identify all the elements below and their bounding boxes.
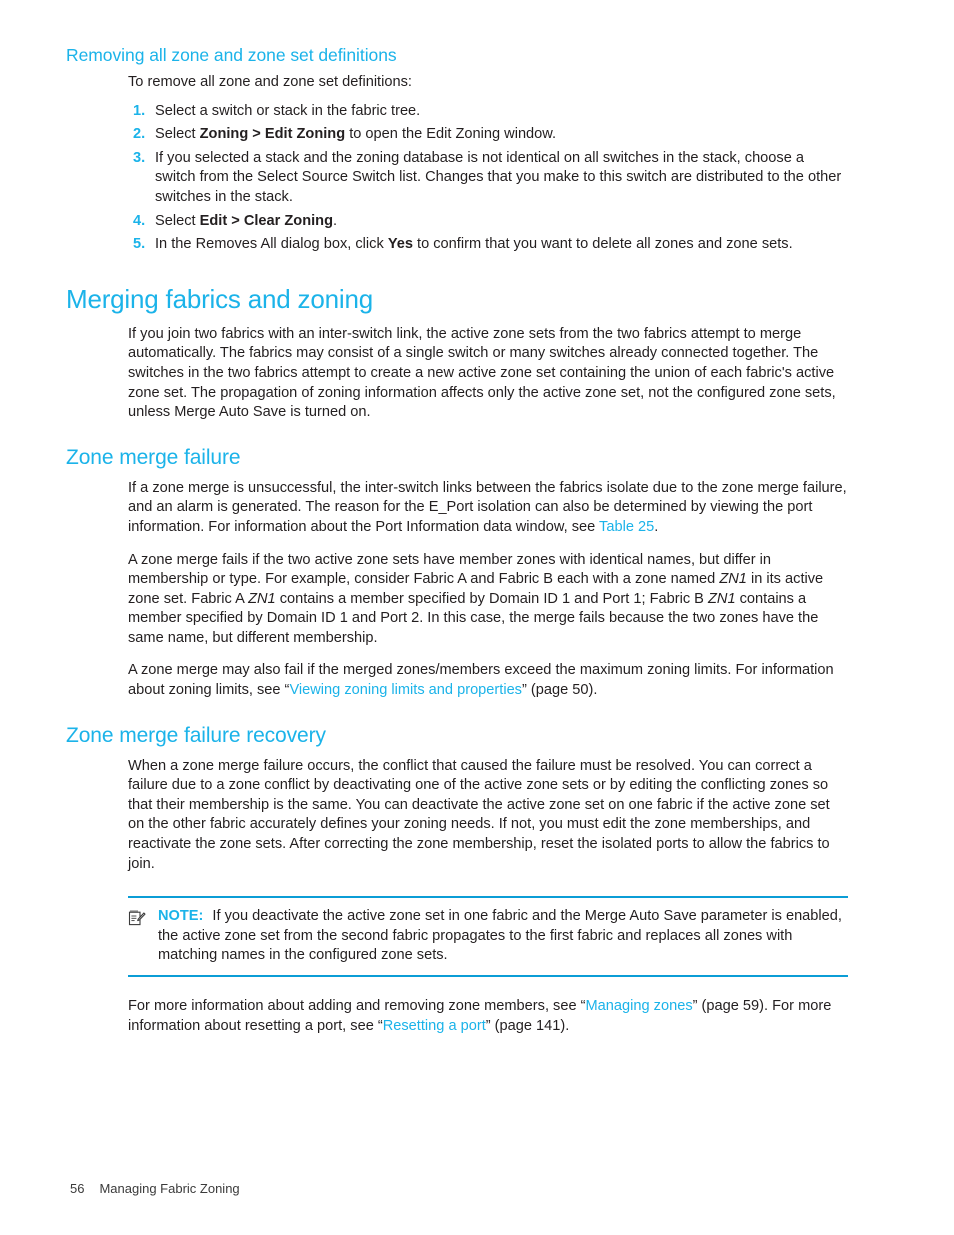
list-item: 3. If you selected a stack and the zoning… bbox=[128, 149, 848, 208]
document-page: Removing all zone and zone set definitio… bbox=[0, 0, 954, 1235]
step-text: In the Removes All dialog box, click bbox=[155, 236, 388, 253]
list-item: 1. Select a switch or stack in the fabric… bbox=[128, 102, 848, 122]
heading-merging-fabrics-and-zoning: Merging fabrics and zoning bbox=[66, 283, 373, 314]
running-title: Managing Fabric Zoning bbox=[99, 1181, 240, 1196]
note-content: NOTE: If you deactivate the active zone s… bbox=[128, 898, 848, 975]
zone-merge-failure-paragraph-1: If a zone merge is unsuccessful, the int… bbox=[128, 479, 848, 538]
paragraph-text-tail: ” (page 141). bbox=[485, 1017, 570, 1034]
paragraph-text: contains a member specified by Domain ID… bbox=[275, 590, 708, 607]
zone-name-italic: ZN1 bbox=[719, 571, 747, 588]
paragraph-text: For more information about adding and re… bbox=[128, 998, 586, 1014]
note-label: NOTE: bbox=[158, 908, 204, 925]
paragraph-text-tail: ” (page 50). bbox=[521, 682, 598, 699]
zone-merge-failure-body: If a zone merge is unsuccessful, the int… bbox=[128, 479, 848, 701]
step-number: 1. bbox=[133, 102, 146, 119]
step-text-tail: to open the Edit Zoning window. bbox=[345, 126, 557, 143]
paragraph-text-tail: . bbox=[654, 518, 659, 535]
heading-zone-merge-failure-recovery: Zone merge failure recovery bbox=[66, 723, 326, 747]
list-item: 4. Select Edit > Clear Zoning. bbox=[128, 212, 848, 232]
removing-intro-paragraph: To remove all zone and zone set definiti… bbox=[128, 74, 412, 90]
link-table-25[interactable]: Table 25 bbox=[599, 519, 654, 535]
recovery-section-body: When a zone merge failure occurs, the co… bbox=[128, 757, 848, 875]
step-text-bold: Zoning > Edit Zoning bbox=[199, 126, 346, 143]
page-number: 56 bbox=[70, 1181, 85, 1196]
link-managing-zones[interactable]: Managing zones bbox=[586, 998, 693, 1014]
link-resetting-a-port[interactable]: Resetting a port bbox=[383, 1018, 486, 1034]
merging-section-body: If you join two fabrics with an inter-sw… bbox=[128, 325, 848, 423]
step-text-bold: Yes bbox=[387, 236, 413, 253]
step-text: Select bbox=[155, 126, 200, 143]
note-bottom-rule bbox=[128, 975, 848, 977]
closing-section-body: For more information about adding and re… bbox=[128, 997, 848, 1036]
zone-name-italic: ZN1 bbox=[248, 590, 276, 607]
removing-steps-list: 1. Select a switch or stack in the fabric… bbox=[128, 102, 848, 255]
step-text-tail: to confirm that you want to delete all z… bbox=[412, 236, 793, 253]
paragraph-text: If a zone merge is unsuccessful, the int… bbox=[128, 479, 847, 535]
list-item: 5. In the Removes All dialog box, click Y… bbox=[128, 235, 848, 255]
paragraph-text: A zone merge fails if the two active zon… bbox=[128, 551, 771, 588]
zone-merge-failure-paragraph-2: A zone merge fails if the two active zon… bbox=[128, 551, 848, 649]
step-text: Select a switch or stack in the fabric t… bbox=[155, 102, 421, 119]
recovery-paragraph: When a zone merge failure occurs, the co… bbox=[128, 757, 830, 872]
removing-section-body: To remove all zone and zone set definiti… bbox=[128, 73, 848, 255]
step-number: 3. bbox=[133, 149, 146, 166]
step-text: Select bbox=[155, 212, 200, 229]
link-viewing-zoning-limits-and-properties[interactable]: Viewing zoning limits and properties bbox=[289, 682, 522, 698]
step-text: If you selected a stack and the zoning d… bbox=[155, 149, 842, 205]
zone-merge-failure-paragraph-3: A zone merge may also fail if the merged… bbox=[128, 661, 848, 700]
step-number: 4. bbox=[133, 212, 146, 229]
note-pad-pencil-icon bbox=[128, 909, 146, 927]
note-admonition: NOTE: If you deactivate the active zone s… bbox=[128, 896, 848, 977]
heading-removing-all-zone-definitions: Removing all zone and zone set definitio… bbox=[66, 45, 397, 65]
heading-zone-merge-failure: Zone merge failure bbox=[66, 445, 241, 469]
closing-paragraph: For more information about adding and re… bbox=[128, 997, 848, 1036]
list-item: 2. Select Zoning > Edit Zoning to open th… bbox=[128, 125, 848, 145]
step-text-tail: . bbox=[333, 212, 338, 229]
step-number: 2. bbox=[133, 126, 146, 143]
step-text-bold: Edit > Clear Zoning bbox=[199, 212, 334, 229]
page-footer: 56 Managing Fabric Zoning bbox=[70, 1180, 240, 1198]
zone-name-italic: ZN1 bbox=[707, 590, 736, 607]
note-text: If you deactivate the active zone set in… bbox=[158, 908, 842, 964]
merging-paragraph: If you join two fabrics with an inter-sw… bbox=[128, 325, 836, 421]
page-content: Removing all zone and zone set definitio… bbox=[66, 44, 848, 1049]
step-number: 5. bbox=[133, 236, 146, 253]
